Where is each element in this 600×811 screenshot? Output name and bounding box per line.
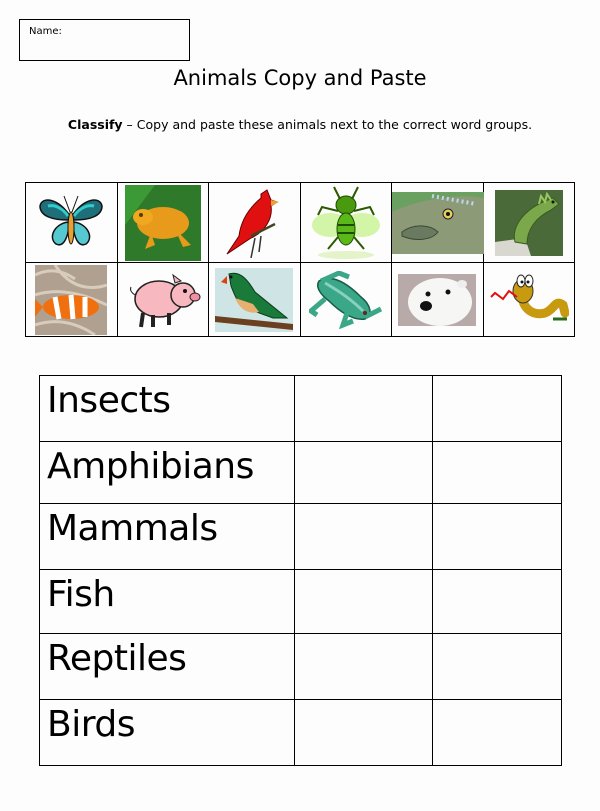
drop-cell[interactable] (294, 632, 433, 700)
table-row: Fish (39, 569, 562, 634)
clownfish-icon (35, 264, 108, 335)
picture-cell[interactable] (391, 181, 484, 264)
table-row: Reptiles (39, 632, 562, 700)
picture-cell[interactable] (25, 181, 118, 264)
drop-cell[interactable] (432, 374, 562, 443)
animal-picture-grid (25, 181, 575, 337)
drop-cell[interactable] (432, 632, 562, 700)
iguana-icon (494, 189, 563, 256)
group-label-mammals: Mammals (39, 503, 295, 571)
name-field[interactable]: Name: (19, 19, 190, 61)
group-label-fish: Fish (39, 569, 295, 634)
instruction: Classify – Copy and paste these animals … (0, 117, 600, 132)
golden-toad-icon (124, 184, 201, 261)
polar-bear-icon (398, 273, 477, 326)
fly-icon (311, 186, 380, 259)
picture-cell[interactable] (116, 262, 209, 337)
table-row: Birds (39, 698, 562, 767)
table-row: Amphibians (39, 441, 562, 505)
snake-icon (490, 274, 569, 321)
drop-cell[interactable] (294, 503, 433, 571)
page-title: Animals Copy and Paste (173, 66, 427, 90)
pig-icon (129, 273, 201, 327)
cardinal-icon (226, 188, 280, 258)
picture-cell[interactable] (208, 181, 301, 264)
group-label-birds: Birds (39, 698, 295, 767)
picture-cell[interactable] (482, 181, 575, 264)
drop-cell[interactable] (432, 441, 562, 505)
frog-icon (308, 270, 382, 329)
picture-cell[interactable] (25, 262, 118, 337)
classification-table: Insects Amphibians Mammals Fish Reptiles… (39, 374, 562, 767)
drop-cell[interactable] (432, 569, 562, 634)
instruction-bold: Classify (67, 117, 123, 132)
group-label-amphibians: Amphibians (39, 441, 295, 505)
instruction-text: – Copy and paste these animals next to t… (122, 117, 533, 132)
drop-cell[interactable] (432, 698, 562, 767)
parrot-icon (215, 267, 294, 332)
picture-cell[interactable] (391, 262, 484, 337)
picture-cell[interactable] (299, 262, 392, 337)
drop-cell[interactable] (294, 441, 433, 505)
drop-cell[interactable] (294, 374, 433, 443)
picture-cell[interactable] (299, 181, 392, 264)
group-label-reptiles: Reptiles (39, 632, 295, 700)
picture-cell[interactable] (116, 181, 209, 264)
table-row: Insects (39, 374, 562, 443)
group-label-insects: Insects (39, 374, 295, 443)
fish-icon (392, 191, 484, 254)
picture-cell[interactable] (482, 262, 575, 337)
name-label: Name: (29, 26, 62, 37)
picture-cell[interactable] (208, 262, 301, 337)
drop-cell[interactable] (294, 569, 433, 634)
drop-cell[interactable] (432, 503, 562, 571)
table-row: Mammals (39, 503, 562, 571)
drop-cell[interactable] (294, 698, 433, 767)
butterfly-icon (39, 195, 104, 246)
